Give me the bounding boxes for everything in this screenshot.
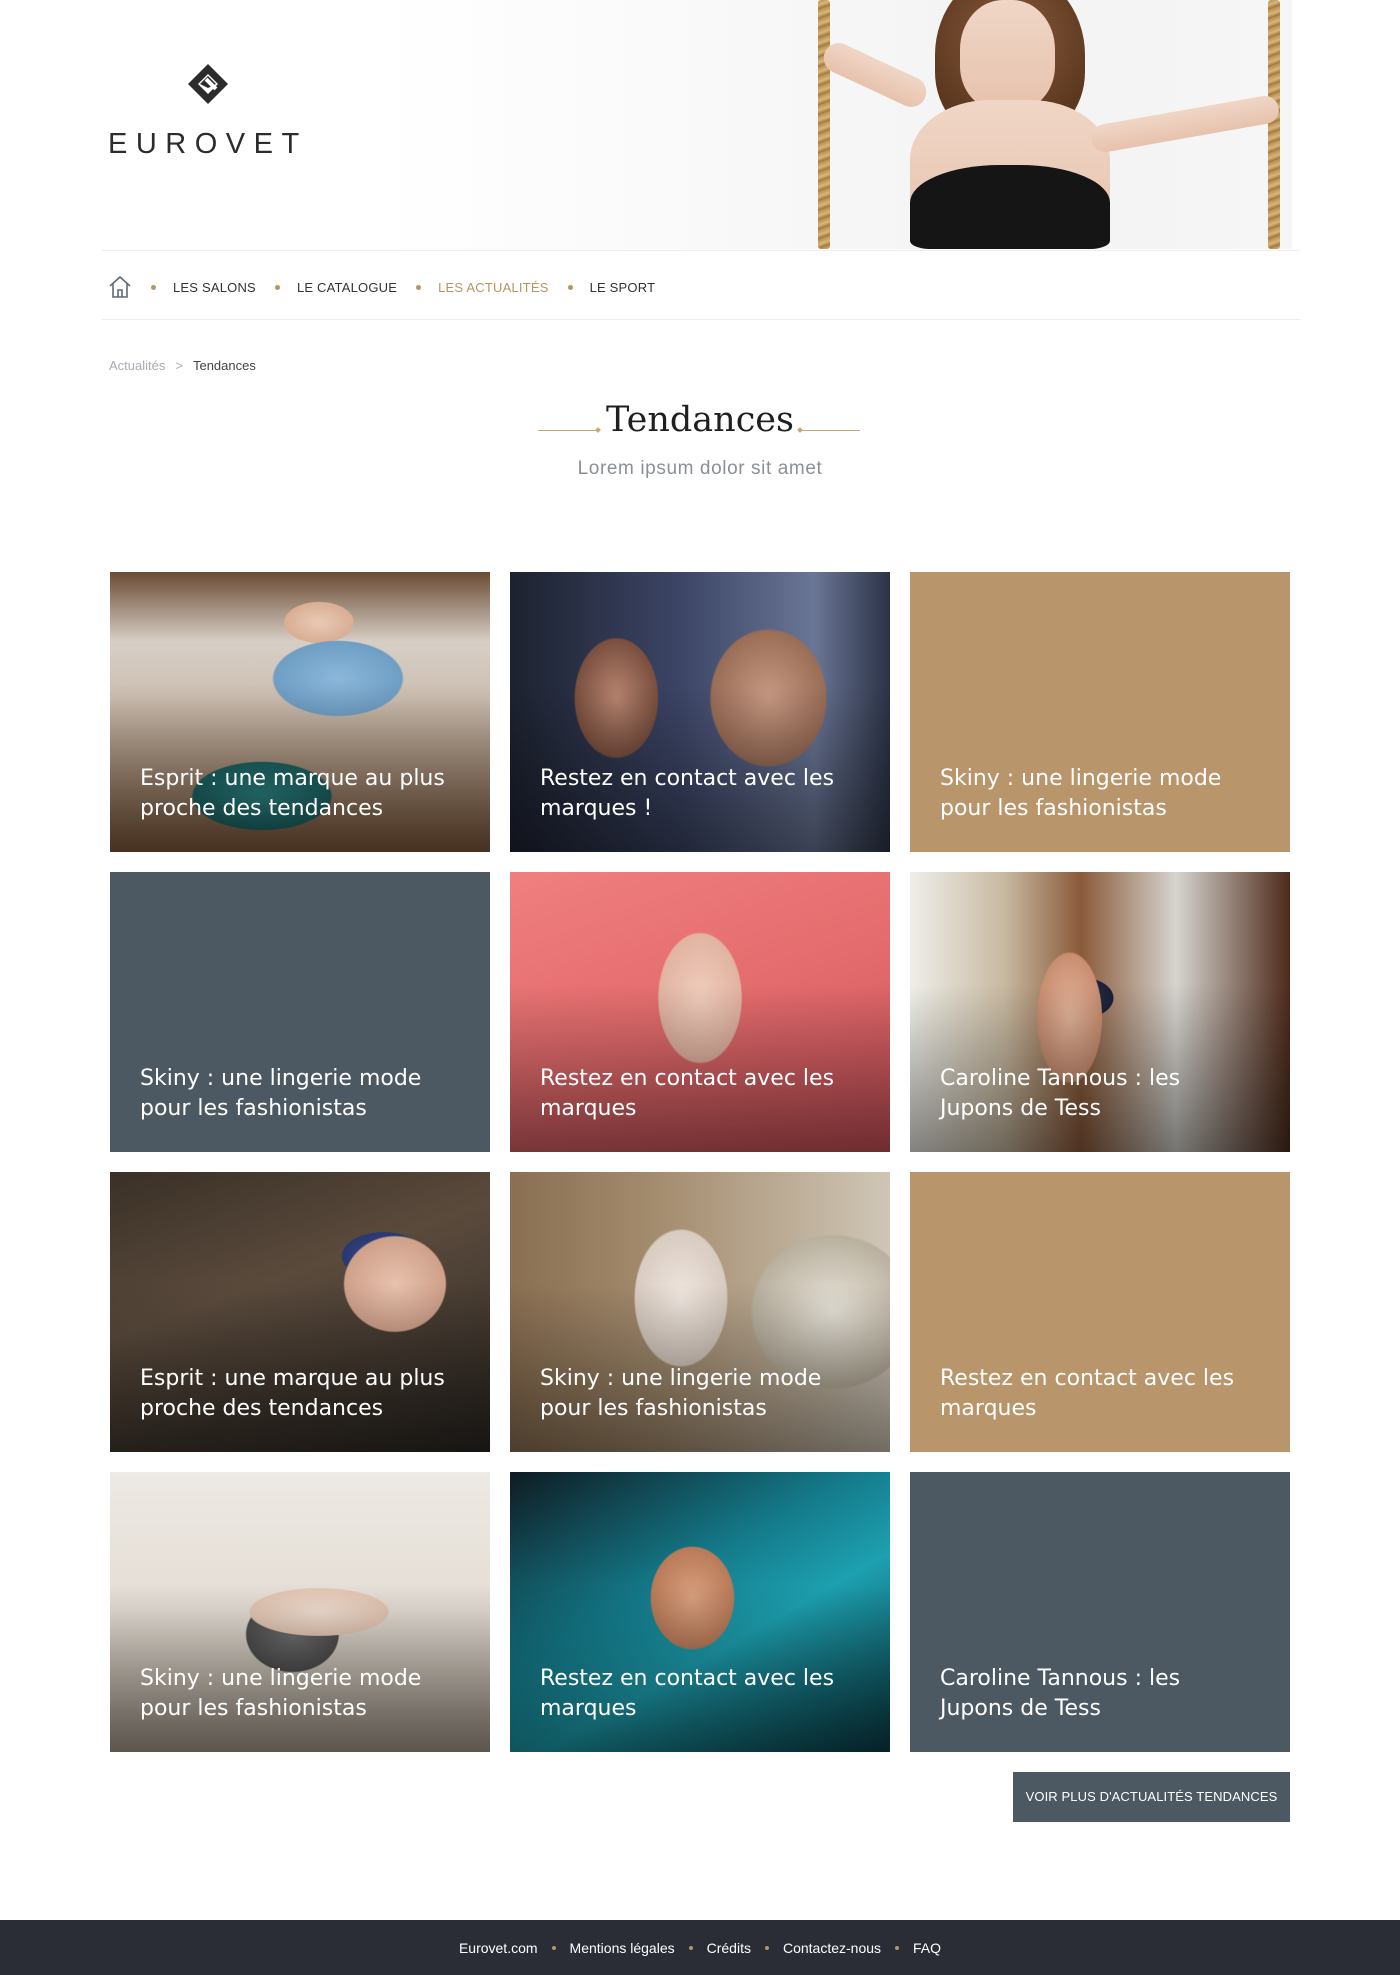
footer-separator — [688, 1945, 693, 1950]
news-card[interactable]: Esprit : une marque au plus proche des t… — [110, 572, 490, 852]
footer-separator — [551, 1945, 556, 1950]
title-ornament-right — [800, 430, 860, 431]
rope-right — [1268, 0, 1280, 249]
footer-link-mentions[interactable]: Mentions légales — [570, 1940, 675, 1956]
footer-separator — [895, 1945, 900, 1950]
title-ornament-left — [538, 430, 598, 431]
breadcrumb-separator: > — [175, 358, 183, 373]
news-card[interactable]: Restez en contact avec les marques — [510, 1472, 890, 1752]
footer-link-eurovet[interactable]: Eurovet.com — [459, 1940, 538, 1956]
eurovet-logo[interactable]: EUROVET — [108, 62, 308, 162]
news-card[interactable]: Skiny : une lingerie mode pour les fashi… — [510, 1172, 890, 1452]
news-card-title: Restez en contact avec les marques — [540, 1666, 835, 1721]
news-card-title: Restez en contact avec les marques — [540, 1066, 835, 1121]
news-card-title: Caroline Tannous : les Jupons de Tess — [940, 1666, 1181, 1721]
news-card[interactable]: Caroline Tannous : les Jupons de Tess — [910, 872, 1290, 1152]
hero-image — [780, 0, 1300, 249]
breadcrumb: Actualités > Tendances — [109, 358, 256, 373]
page-subtitle: Lorem ipsum dolor sit amet — [577, 458, 823, 479]
title-block: Tendances — [0, 400, 1400, 440]
breadcrumb-current: Tendances — [192, 358, 256, 373]
more-news-button[interactable]: VOIR PLUS D'ACTUALITÉS TENDANCES — [1013, 1772, 1290, 1822]
logo-mark-icon — [188, 64, 228, 104]
nav-separator — [567, 284, 573, 290]
news-card[interactable]: Skiny : une lingerie mode pour les fashi… — [910, 572, 1290, 852]
news-card-title: Skiny : une lingerie mode pour les fashi… — [540, 1366, 822, 1421]
news-card-title: Skiny : une lingerie mode pour les fashi… — [140, 1066, 422, 1121]
footer: Eurovet.com Mentions légales Crédits Con… — [0, 1920, 1400, 1975]
nav-separator — [416, 284, 422, 290]
home-icon[interactable] — [108, 274, 132, 300]
footer-link-credits[interactable]: Crédits — [707, 1940, 751, 1956]
logo-text: EUROVET — [108, 128, 308, 160]
news-card[interactable]: Skiny : une lingerie mode pour les fashi… — [110, 1472, 490, 1752]
news-card[interactable]: Restez en contact avec les marques — [510, 872, 890, 1152]
news-card-title: Restez en contact avec les marques — [940, 1366, 1235, 1421]
news-card-title: Skiny : une lingerie mode pour les fashi… — [940, 766, 1222, 821]
page-title: Tendances — [606, 400, 794, 440]
news-card-title: Esprit : une marque au plus proche des t… — [140, 766, 445, 821]
footer-link-faq[interactable]: FAQ — [913, 1940, 941, 1956]
nav-item-salons[interactable]: LES SALONS — [173, 280, 256, 295]
news-card[interactable]: Caroline Tannous : les Jupons de Tess — [910, 1472, 1290, 1752]
news-card[interactable]: Esprit : une marque au plus proche des t… — [110, 1172, 490, 1452]
nav-item-sport[interactable]: LE SPORT — [590, 280, 656, 295]
footer-link-contact[interactable]: Contactez-nous — [783, 1940, 881, 1956]
nav-item-catalogue[interactable]: LE CATALOGUE — [297, 280, 397, 295]
breadcrumb-parent[interactable]: Actualités — [109, 358, 165, 373]
news-card-title: Caroline Tannous : les Jupons de Tess — [940, 1066, 1181, 1121]
rope-left — [818, 0, 830, 249]
main-nav: LES SALONS LE CATALOGUE LES ACTUALITÉS L… — [102, 250, 1300, 320]
news-card-title: Restez en contact avec les marques ! — [540, 766, 835, 821]
news-card-title: Skiny : une lingerie mode pour les fashi… — [140, 1666, 422, 1721]
header: EUROVET — [0, 0, 1400, 250]
news-card[interactable]: Restez en contact avec les marques — [910, 1172, 1290, 1452]
news-card-title: Esprit : une marque au plus proche des t… — [140, 1366, 445, 1421]
news-card[interactable]: Restez en contact avec les marques ! — [510, 572, 890, 852]
footer-separator — [764, 1945, 769, 1950]
news-card[interactable]: Skiny : une lingerie mode pour les fashi… — [110, 872, 490, 1152]
nav-item-actualites[interactable]: LES ACTUALITÉS — [438, 280, 548, 295]
nav-separator — [274, 284, 280, 290]
nav-separator — [151, 284, 156, 290]
